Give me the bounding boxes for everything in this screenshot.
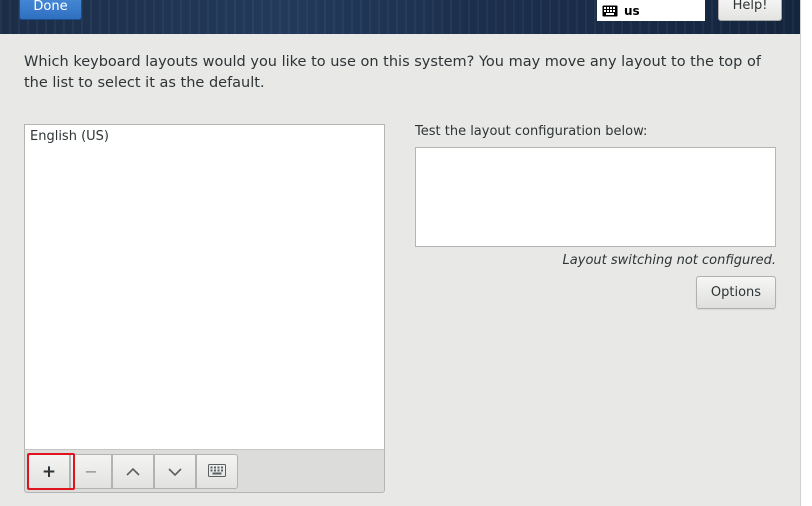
help-button-label: Help! bbox=[732, 0, 768, 13]
layout-switching-status: Layout switching not configured. bbox=[562, 253, 776, 268]
chevron-up-icon bbox=[126, 462, 140, 481]
done-button-label: Done bbox=[33, 0, 68, 14]
keyboard-layout-indicator[interactable]: us bbox=[597, 0, 705, 21]
keyboard-icon bbox=[208, 462, 226, 481]
layout-list[interactable]: English (US) bbox=[24, 124, 385, 450]
window-edge bbox=[800, 0, 812, 506]
test-layout-input[interactable] bbox=[415, 147, 776, 247]
layout-toolbar: + − bbox=[24, 449, 385, 493]
move-up-button[interactable] bbox=[112, 454, 154, 489]
plus-icon: + bbox=[41, 461, 57, 482]
layout-list-item[interactable]: English (US) bbox=[25, 125, 384, 148]
preview-layout-button[interactable] bbox=[196, 454, 238, 489]
move-down-button[interactable] bbox=[154, 454, 196, 489]
intro-text: Which keyboard layouts would you like to… bbox=[24, 54, 761, 91]
header-bar: Done us Help! bbox=[0, 0, 800, 34]
keyboard-layout-code: us bbox=[624, 3, 640, 18]
help-button[interactable]: Help! bbox=[718, 0, 782, 21]
options-button[interactable]: Options bbox=[696, 276, 776, 309]
done-button[interactable]: Done bbox=[19, 0, 82, 20]
test-layout-label: Test the layout configuration below: bbox=[415, 124, 648, 139]
options-button-label: Options bbox=[710, 285, 762, 300]
remove-layout-button[interactable]: − bbox=[70, 454, 112, 489]
minus-icon: − bbox=[84, 462, 98, 481]
chevron-down-icon bbox=[168, 462, 182, 481]
add-layout-button[interactable]: + bbox=[28, 454, 70, 489]
keyboard-icon bbox=[602, 5, 618, 17]
